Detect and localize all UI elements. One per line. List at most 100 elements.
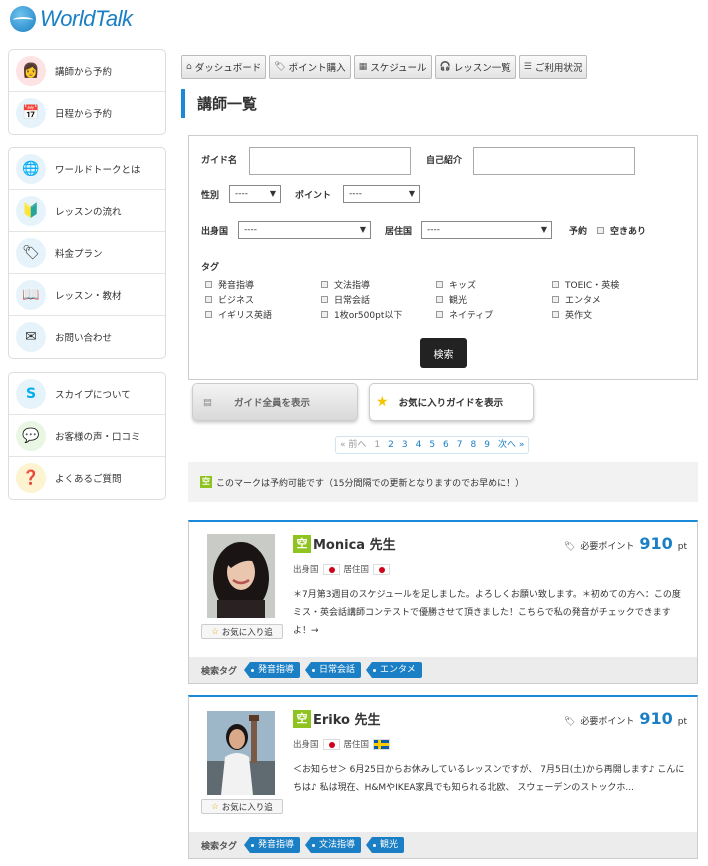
sidebar-item-pricing[interactable]: 🏷 料金プラン	[9, 232, 165, 274]
tag-checkbox[interactable]: 英作文	[552, 308, 592, 321]
teacher-name[interactable]: 空 Eriko 先生	[293, 709, 381, 728]
nav-lessons-button[interactable]: 🎧 レッスン一覧	[434, 55, 516, 79]
required-points: 🏷 必要ポイント 910 pt	[563, 534, 687, 553]
country-info: 出身国 居住国	[293, 738, 391, 750]
self-intro-input[interactable]	[473, 147, 635, 175]
tag-icon: 🏷	[274, 62, 286, 72]
sidebar-item-contact[interactable]: ✉ お問い合わせ	[9, 316, 165, 358]
home-icon: ⌂	[186, 62, 192, 72]
headset-icon: 🎧	[439, 62, 451, 72]
pager-page-current: 1	[374, 440, 381, 450]
pager-page[interactable]: 7	[453, 437, 467, 453]
tag-checkbox[interactable]: 発音指導	[205, 278, 254, 291]
tag-checkbox[interactable]: 観光	[436, 293, 467, 306]
tag-link[interactable]: 発音指導	[244, 662, 301, 678]
point-label: ポイント	[295, 191, 332, 201]
pager-page[interactable]: 2	[384, 437, 398, 453]
pager-page[interactable]: 4	[412, 437, 426, 453]
sidebar-item-reviews[interactable]: 💬 お客様の声・口コミ	[9, 415, 165, 457]
tag-checkbox[interactable]: TOEIC・英検	[552, 278, 619, 291]
question-icon: ❓	[16, 463, 46, 493]
available-mark: 空	[200, 476, 212, 488]
nav-usage-button[interactable]: ☰ ご利用状況	[518, 55, 588, 79]
list-icon: ☰	[523, 62, 532, 72]
add-favorite-button[interactable]: ☆ お気に入り追	[201, 799, 283, 814]
show-favorite-guides-button[interactable]: ★ お気に入りガイドを表示	[369, 383, 534, 421]
guide-name-label: ガイド名	[201, 156, 238, 166]
tag-link[interactable]: 観光	[366, 837, 405, 853]
show-all-guides-button[interactable]: ▤ ガイド全員を表示	[192, 383, 358, 421]
nav-schedule-button[interactable]: ▦ スケジュール	[353, 55, 432, 79]
sidebar-item-skype[interactable]: S スカイプについて	[9, 373, 165, 415]
nav-buy-points-button[interactable]: 🏷 ポイント購入	[269, 55, 351, 79]
tag-checkbox[interactable]: ビジネス	[205, 293, 254, 306]
top-nav: ⌂ ダッシュボード 🏷 ポイント購入 ▦ スケジュール 🎧 レッスン一覧 ☰ ご利用状況	[181, 55, 588, 79]
price-tag-icon: 🏷	[16, 237, 46, 268]
person-icon: 👩	[16, 55, 46, 86]
teacher-name[interactable]: 空 Monica 先生	[293, 534, 396, 553]
pagination: « 前へ 1 2 3 4 5 6 7 8 9 次へ »	[335, 436, 530, 454]
sidebar-group-info: 🌐 ワールドトークとは 🔰 レッスンの流れ 🏷 料金プラン 📖 レッスン・教材 ✉ お問い…	[8, 147, 166, 359]
add-favorite-button[interactable]: ☆ お気に入り追	[201, 624, 283, 639]
origin-select[interactable]: ----	[238, 221, 371, 239]
calendar-icon: 📅	[16, 98, 46, 128]
residence-select[interactable]: ----	[421, 221, 552, 239]
tag-checkbox[interactable]: 日常会話	[321, 293, 370, 306]
tag-checkbox[interactable]: 1枚or500pt以下	[321, 308, 402, 321]
tag-checkbox[interactable]: キッズ	[436, 278, 476, 291]
pager-page[interactable]: 8	[467, 437, 481, 453]
tag-icon: 🏷	[563, 717, 576, 727]
tag-checkbox[interactable]: エンタメ	[552, 293, 601, 306]
sidebar-item-lesson-flow[interactable]: 🔰 レッスンの流れ	[9, 190, 165, 232]
star-icon: ★	[376, 394, 389, 410]
point-select[interactable]: ----	[343, 185, 420, 203]
tag-label: タグ	[201, 263, 220, 273]
tag-checkbox[interactable]: 文法指導	[321, 278, 370, 291]
japan-flag-icon	[373, 563, 391, 575]
available-checkbox[interactable]: 空きあり	[597, 224, 646, 237]
tag-link[interactable]: 文法指導	[305, 837, 362, 853]
gender-label: 性別	[201, 191, 220, 201]
search-tags: 検索タグ 発音指導 日常会話 エンタメ	[189, 657, 697, 683]
mail-icon: ✉	[16, 322, 46, 352]
skype-icon: S	[16, 378, 46, 409]
tag-link[interactable]: エンタメ	[366, 662, 422, 678]
search-button[interactable]: 検索	[420, 338, 467, 368]
required-points: 🏷 必要ポイント 910 pt	[563, 709, 687, 728]
teacher-photo[interactable]	[207, 711, 275, 795]
japan-flag-icon	[322, 738, 340, 750]
sidebar-item-reserve-by-date[interactable]: 📅 日程から予約	[9, 92, 165, 134]
japan-flag-icon	[322, 563, 340, 575]
sidebar-item-reserve-by-teacher[interactable]: 👩 講師から予約	[9, 50, 165, 92]
pager-page[interactable]: 5	[425, 437, 439, 453]
pager-page[interactable]: 9	[480, 437, 494, 453]
sidebar-item-materials[interactable]: 📖 レッスン・教材	[9, 274, 165, 316]
checkbox-box	[597, 227, 604, 234]
guide-name-input[interactable]	[249, 147, 411, 175]
tag-link[interactable]: 日常会話	[305, 662, 362, 678]
pager-page[interactable]: 3	[398, 437, 412, 453]
available-mark: 空	[293, 709, 311, 728]
worldtalk-logo[interactable]: WorldTalk	[10, 6, 133, 32]
pager-page[interactable]: 6	[439, 437, 453, 453]
search-panel: ガイド名 自己紹介 性別 ---- ポイント ---- 出身国 ---- 居住国…	[188, 135, 698, 380]
reserve-label: 予約	[569, 227, 588, 237]
teacher-card: ☆ お気に入り追 空 Monica 先生 🏷 必要ポイント 910 pt 出身国 居住国 ＊…	[188, 520, 698, 684]
tag-checkbox[interactable]: イギリス英語	[205, 308, 272, 321]
globe-logo-icon	[10, 6, 36, 32]
pager-next[interactable]: 次へ »	[494, 437, 528, 453]
teacher-photo[interactable]	[207, 534, 275, 618]
tag-checkbox[interactable]: ネイティブ	[436, 308, 493, 321]
sidebar-group-help: S スカイプについて 💬 お客様の声・口コミ ❓ よくあるご質問	[8, 372, 166, 500]
nav-dashboard-button[interactable]: ⌂ ダッシュボード	[181, 55, 267, 79]
sidebar-item-faq[interactable]: ❓ よくあるご質問	[9, 457, 165, 499]
gender-select[interactable]: ----	[229, 185, 281, 203]
voice-icon: 💬	[16, 420, 46, 451]
origin-label: 出身国	[201, 227, 229, 237]
list-icon: ▤	[203, 396, 212, 408]
sidebar-item-about[interactable]: 🌐 ワールドトークとは	[9, 148, 165, 190]
tag-link[interactable]: 発音指導	[244, 837, 301, 853]
availability-notice: 空 このマークは予約可能です（15分間隔での更新となりますのでお早めに！）	[188, 462, 698, 502]
star-outline-icon: ☆	[211, 801, 219, 812]
pager-prev: « 前へ	[340, 440, 367, 450]
